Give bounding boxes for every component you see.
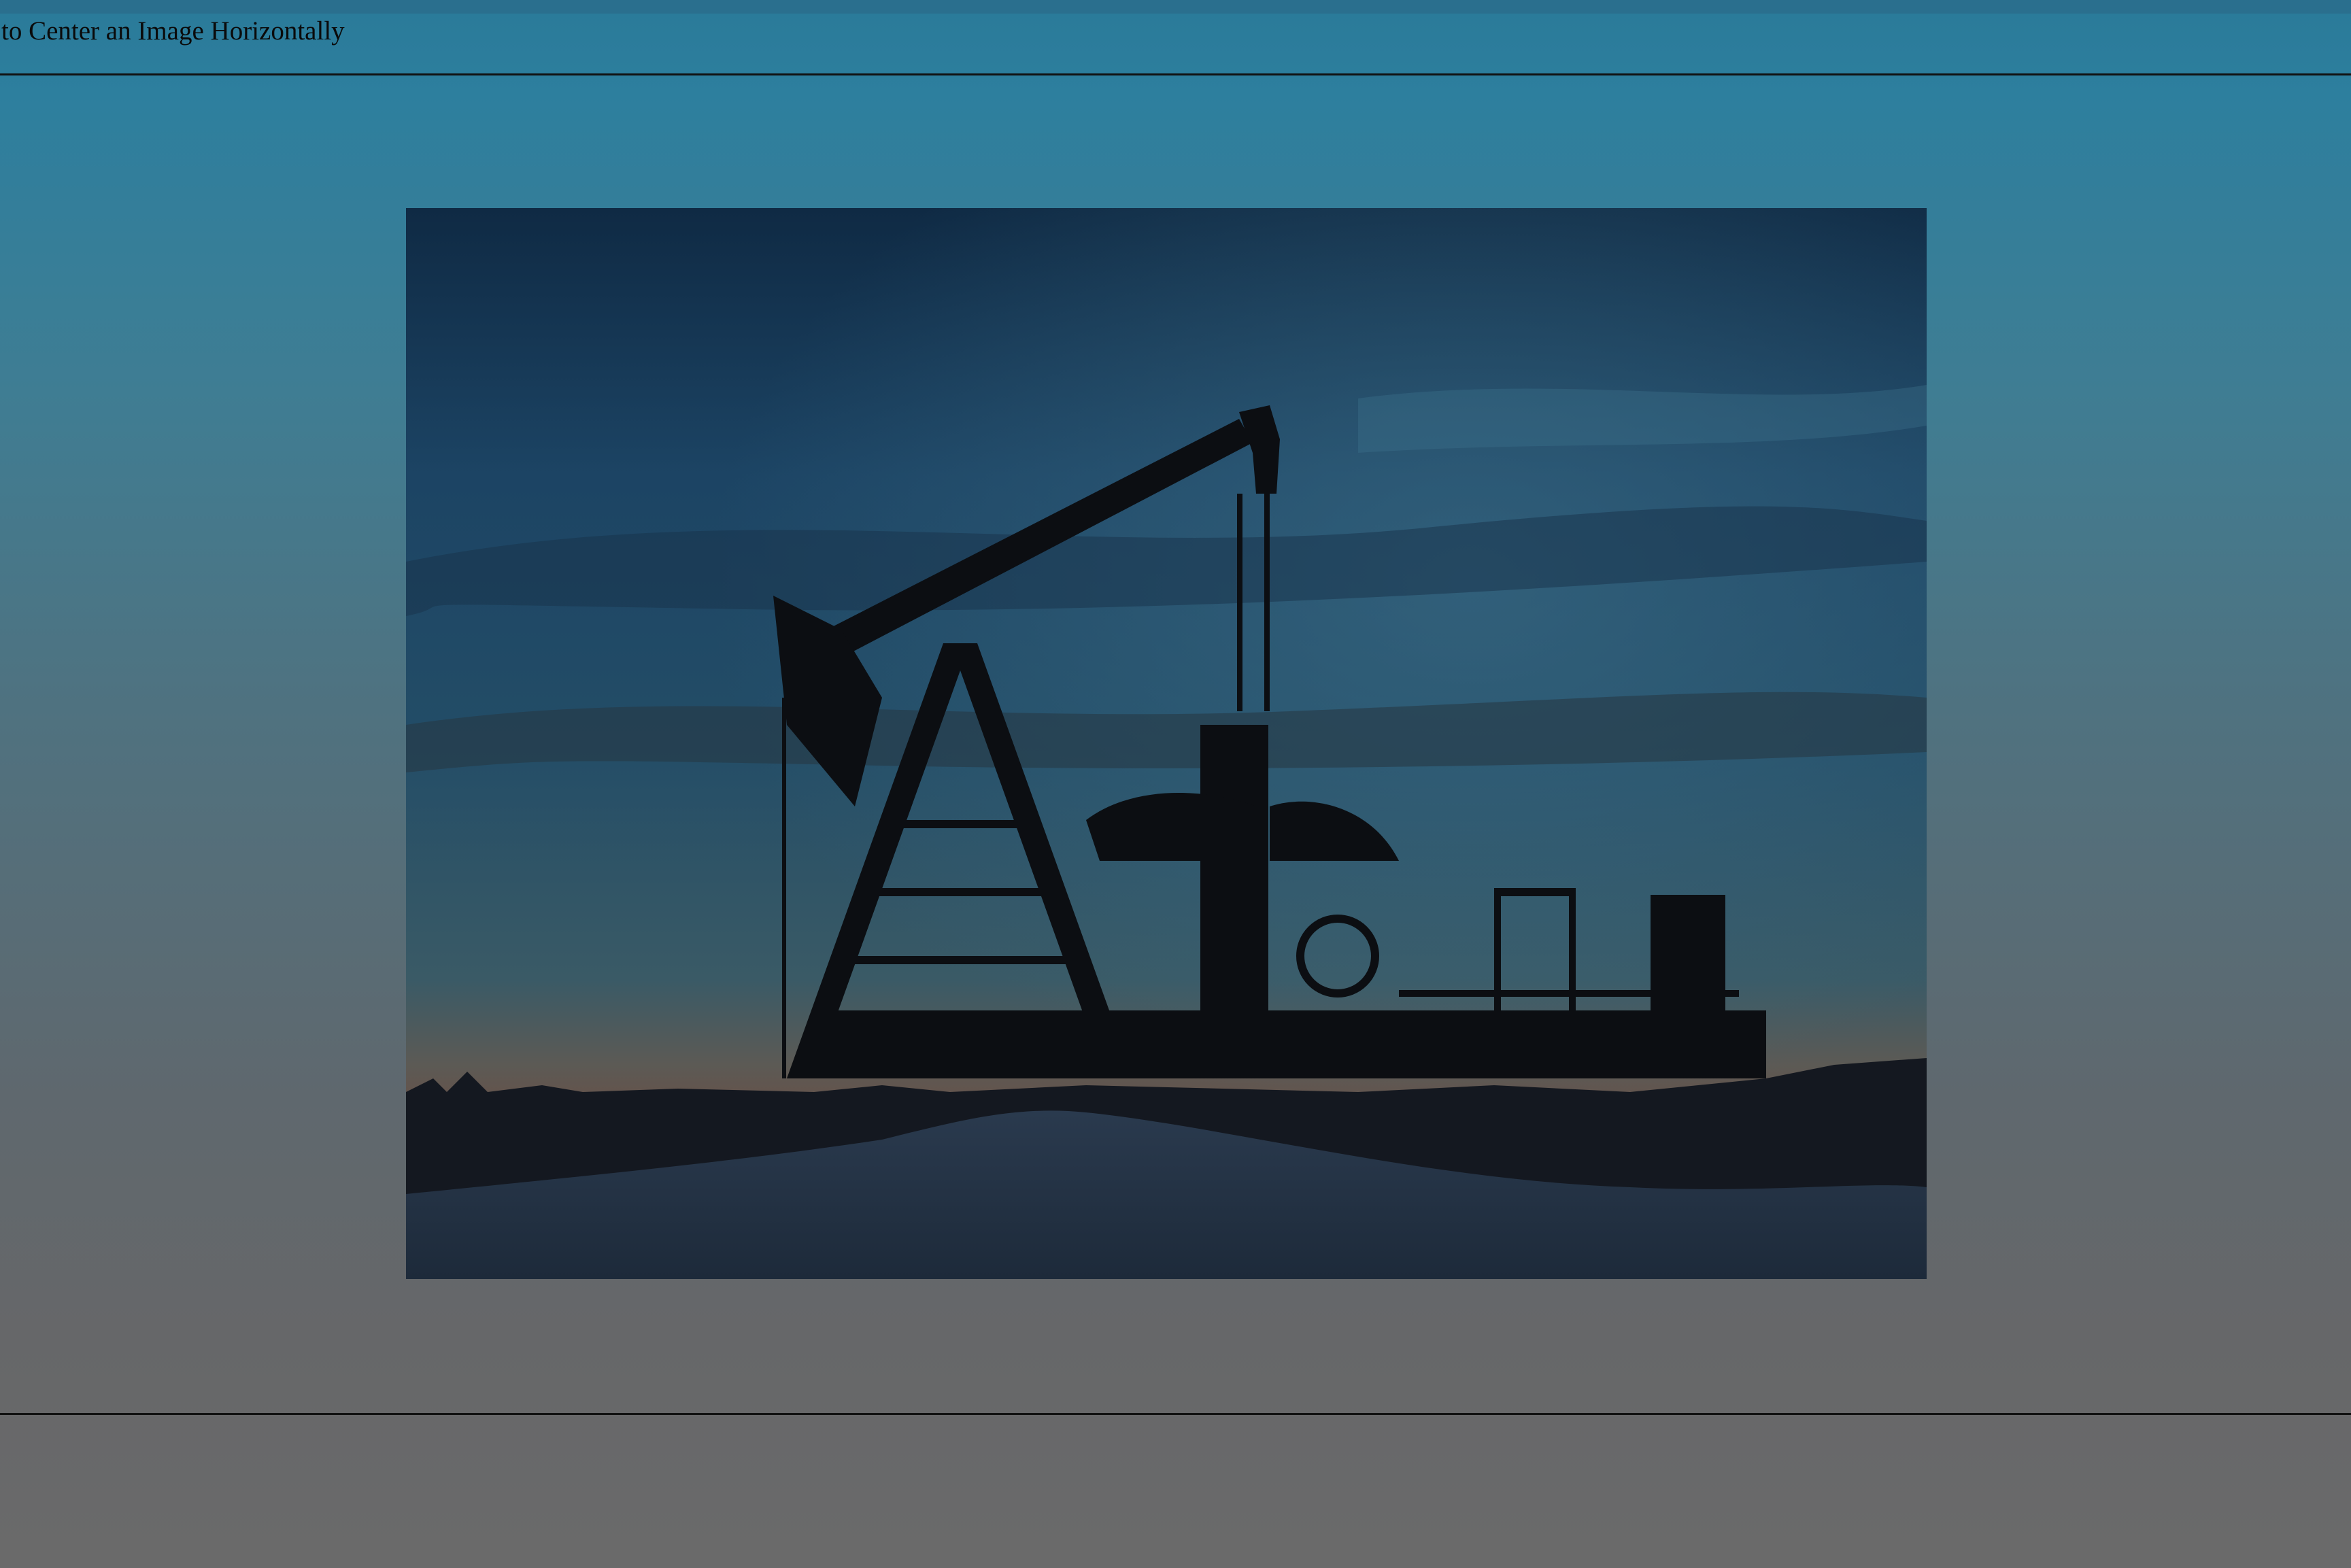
window-top-strip bbox=[0, 0, 2351, 14]
centered-image bbox=[406, 208, 1927, 1279]
footer-divider bbox=[0, 1413, 2351, 1415]
photo-icon bbox=[406, 208, 1927, 1279]
page-title: to Center an Image Horizontally bbox=[1, 16, 345, 46]
header-divider bbox=[0, 73, 2351, 75]
